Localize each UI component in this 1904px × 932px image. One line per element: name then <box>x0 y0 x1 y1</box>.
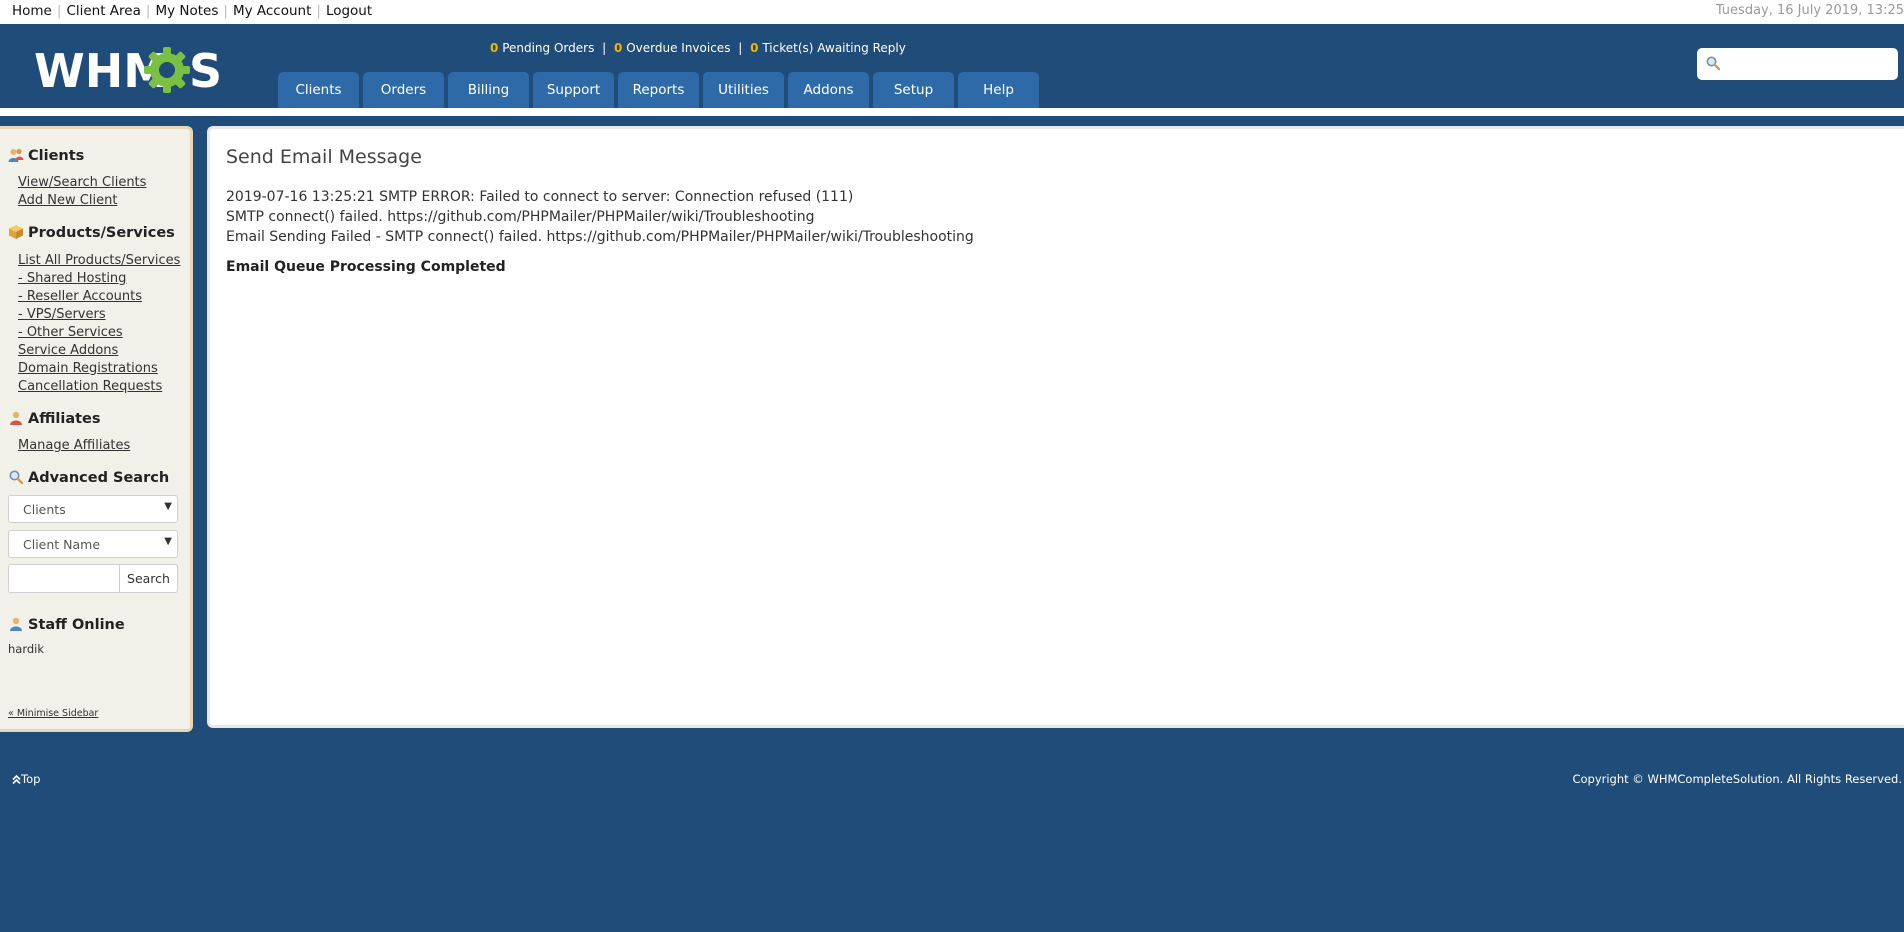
advanced-search-type-select[interactable]: Clients ▼ <box>8 495 178 523</box>
copyright-text: Copyright © WHMCompleteSolution. All Rig… <box>1572 772 1902 786</box>
whmcs-logo[interactable]: WHM S <box>34 40 239 96</box>
sidebar-heading-affiliates: Affiliates <box>8 410 101 427</box>
page-title: Send Email Message <box>226 146 422 168</box>
nav-tab-orders[interactable]: Orders <box>363 72 444 108</box>
logo-wordmark: WHM S <box>34 44 222 96</box>
box-icon <box>9 225 23 239</box>
main-nav: Clients Orders Billing Support Reports Utilit… <box>278 72 1043 108</box>
header-stats: 0 Pending Orders | 0 Overdue Invoices | … <box>490 41 906 55</box>
nav-tab-billing[interactable]: Billing <box>448 72 529 108</box>
nav-tab-utilities[interactable]: Utilities <box>703 72 784 108</box>
nav-tab-reports[interactable]: Reports <box>618 72 699 108</box>
log-message: 2019-07-16 13:25:21 SMTP ERROR: Failed t… <box>226 189 854 205</box>
header-divider <box>0 108 1904 116</box>
global-search <box>1697 48 1898 80</box>
sidebar-heading-staff-online: Staff Online <box>8 616 125 633</box>
chevron-down-icon: ▼ <box>164 501 172 512</box>
pending-orders-count[interactable]: 0 <box>490 41 498 55</box>
overdue-invoices-count[interactable]: 0 <box>614 41 622 55</box>
tickets-count[interactable]: 0 <box>750 41 758 55</box>
global-search-input[interactable] <box>1725 51 1893 77</box>
header: WHM S 0 Pending Orders | 0 Overdue Invoi… <box>0 24 1904 108</box>
clients-icon <box>8 148 24 162</box>
nav-tab-support[interactable]: Support <box>533 72 614 108</box>
staff-icon <box>10 617 22 631</box>
top-links: Home | Client Area | My Notes | My Account | Log… <box>12 3 373 19</box>
sidebar-link-cancellation-requests[interactable]: Cancellation Requests <box>18 379 162 394</box>
staff-online-name: hardik <box>8 642 45 656</box>
top-link-my-account[interactable]: My Account <box>233 3 311 19</box>
advanced-search-field-select[interactable]: Client Name ▼ <box>8 530 178 558</box>
top-link-home[interactable]: Home <box>12 3 52 19</box>
nav-tab-clients[interactable]: Clients <box>278 72 359 108</box>
sidebar-heading-advanced-search: Advanced Search <box>8 469 169 486</box>
sidebar-link-list-all-products[interactable]: List All Products/Services <box>18 253 180 268</box>
top-link-client-area[interactable]: Client Area <box>66 3 140 19</box>
advanced-search-button[interactable]: Search <box>119 564 178 593</box>
nav-tab-help[interactable]: Help <box>958 72 1039 108</box>
current-date: Tuesday, 16 July 2019, 13:25 <box>1715 3 1904 18</box>
search-icon <box>1706 56 1721 71</box>
sidebar-link-vps-servers[interactable]: - VPS/Servers <box>18 307 106 322</box>
advanced-search-input[interactable] <box>8 564 120 593</box>
main-content: Send Email Message 2019-07-16 13:25:21 S… <box>207 126 1904 728</box>
overdue-invoices-label[interactable]: Overdue Invoices <box>626 41 730 55</box>
chevron-down-icon: ▼ <box>164 536 172 547</box>
tickets-label[interactable]: Ticket(s) Awaiting Reply <box>762 41 905 55</box>
sidebar-link-view-search-clients[interactable]: View/Search Clients <box>18 175 146 190</box>
back-to-top-link[interactable]: Top <box>12 772 40 786</box>
sidebar-link-shared-hosting[interactable]: - Shared Hosting <box>18 271 126 286</box>
top-link-my-notes[interactable]: My Notes <box>155 3 218 19</box>
nav-tab-addons[interactable]: Addons <box>788 72 869 108</box>
magnifier-icon <box>9 470 24 485</box>
minimise-sidebar-link[interactable]: « Minimise Sidebar <box>8 708 98 719</box>
logo-gear-icon <box>144 47 190 93</box>
sidebar-link-domain-registrations[interactable]: Domain Registrations <box>18 361 158 376</box>
sidebar-link-service-addons[interactable]: Service Addons <box>18 343 118 358</box>
log-message: SMTP connect() failed. https://github.co… <box>226 209 815 225</box>
sidebar-link-other-services[interactable]: - Other Services <box>18 325 123 340</box>
top-link-logout[interactable]: Logout <box>326 3 372 19</box>
double-chevron-up-icon <box>12 774 21 785</box>
affiliate-icon <box>10 411 22 425</box>
sidebar-link-reseller-accounts[interactable]: - Reseller Accounts <box>18 289 142 304</box>
top-bar: Home | Client Area | My Notes | My Account | Log… <box>0 0 1904 24</box>
queue-completed-message: Email Queue Processing Completed <box>226 259 506 275</box>
sidebar: Clients View/Search Clients Add New Clie… <box>0 126 193 732</box>
nav-tab-setup[interactable]: Setup <box>873 72 954 108</box>
sidebar-link-manage-affiliates[interactable]: Manage Affiliates <box>18 438 130 453</box>
sidebar-heading-clients: Clients <box>8 147 84 164</box>
pending-orders-label[interactable]: Pending Orders <box>502 41 594 55</box>
svg-text:S: S <box>189 44 222 96</box>
log-message: Email Sending Failed - SMTP connect() fa… <box>226 229 974 245</box>
sidebar-heading-products: Products/Services <box>8 224 175 241</box>
sidebar-link-add-new-client[interactable]: Add New Client <box>18 193 117 208</box>
